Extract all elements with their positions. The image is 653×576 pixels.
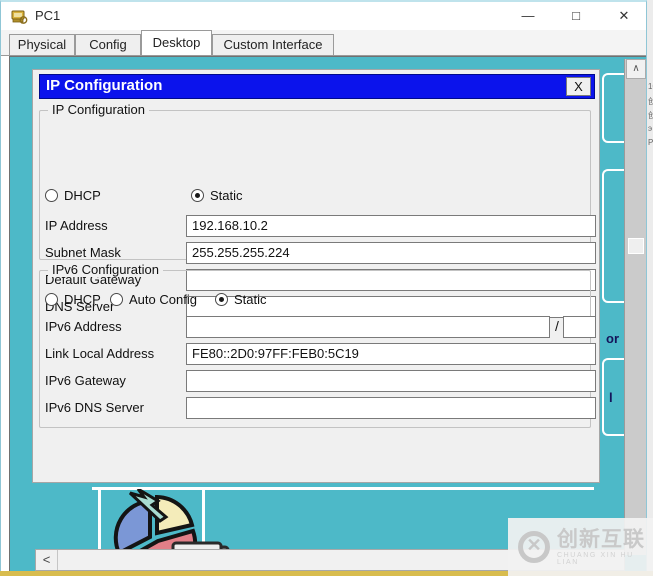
behind-window-text: Pe — [648, 138, 653, 147]
behind-window-text: 创 — [648, 110, 653, 121]
ipv6-dns-server-row: IPv6 DNS Server — [33, 397, 601, 419]
clipped-icon-label: or — [606, 331, 619, 346]
ipv4-group: IP Configuration — [39, 110, 591, 260]
tab-bar: Physical Config Desktop Custom Interface — [1, 30, 646, 56]
prefix-separator: / — [555, 318, 559, 334]
window-title: PC1 — [35, 8, 60, 23]
dialog-titlebar[interactable]: IP Configuration X — [39, 74, 595, 99]
screenshot-root: PC1 — □ ✕ Physical Config Desktop Custom… — [0, 0, 653, 576]
app-window: PC1 — □ ✕ Physical Config Desktop Custom… — [0, 0, 647, 572]
subnet-mask-row: Subnet Mask 255.255.255.224 — [33, 242, 601, 264]
ipv6-prefix-input[interactable] — [563, 316, 596, 338]
vertical-scrollbar[interactable]: ∧ — [624, 59, 646, 555]
link-local-address-input[interactable]: FE80::2D0:97FF:FEB0:5C19 — [186, 343, 596, 365]
radio-circle[interactable] — [215, 293, 228, 306]
background-icon-cell — [602, 358, 626, 436]
vertical-scrollbar-thumb[interactable] — [628, 238, 644, 254]
ipv6-gateway-row: IPv6 Gateway — [33, 370, 601, 392]
ipv4-group-label: IP Configuration — [48, 102, 149, 117]
minimize-button[interactable]: — — [511, 2, 545, 30]
watermark-logo-icon: ✕ — [518, 531, 550, 563]
behind-window-text: 创 — [648, 96, 653, 107]
background-icon-cell — [602, 169, 626, 303]
ip-address-input[interactable]: 192.168.10.2 — [186, 215, 596, 237]
ipv6-address-input[interactable] — [186, 316, 550, 338]
dialog-title: IP Configuration — [46, 77, 162, 94]
ipv6-dns-server-input[interactable] — [186, 397, 596, 419]
ipv6-group-label: IPv6 Configuration — [48, 262, 163, 277]
close-button[interactable]: ✕ — [607, 2, 641, 30]
desktop-tab-content: or l IP Configuration X — [9, 56, 646, 572]
ip-configuration-dialog: IP Configuration X IP Configuration DHCP… — [32, 69, 600, 483]
ipv6-radio-row: DHCP Auto Config Static — [45, 292, 585, 308]
clipped-icon-label: l — [609, 390, 613, 405]
ipv6-address-row: IPv6 Address / — [33, 316, 601, 338]
radio-circle[interactable] — [45, 293, 58, 306]
maximize-button[interactable]: □ — [559, 2, 593, 30]
ipv6-gateway-input[interactable] — [186, 370, 596, 392]
window-titlebar: PC1 — □ ✕ — [1, 2, 646, 30]
watermark-subtitle: CHUANG XIN HU LIAN — [557, 552, 653, 566]
watermark: ✕ 创新互联 CHUANG XIN HU LIAN — [508, 518, 653, 576]
ipv4-radio-row: DHCP Static — [45, 188, 585, 204]
ip-address-row: IP Address 192.168.10.2 — [33, 215, 601, 237]
watermark-name: 创新互联 — [557, 528, 653, 552]
tab-config[interactable]: Config — [75, 34, 141, 55]
tab-custom-interface[interactable]: Custom Interface — [212, 34, 334, 55]
pc-device-icon — [11, 8, 28, 25]
radio-circle[interactable] — [191, 189, 204, 202]
scroll-up-arrow-icon[interactable]: ∧ — [626, 59, 646, 79]
background-icon-cell — [602, 73, 626, 143]
link-local-address-row: Link Local Address FE80::2D0:97FF:FEB0:5… — [33, 343, 601, 365]
radio-circle[interactable] — [45, 189, 58, 202]
subnet-mask-input[interactable]: 255.255.255.224 — [186, 242, 596, 264]
tab-desktop[interactable]: Desktop — [141, 30, 212, 55]
behind-window-text: э — [648, 124, 653, 133]
dialog-close-button[interactable]: X — [566, 77, 591, 96]
scroll-left-arrow-icon[interactable]: < — [36, 550, 58, 570]
behind-window-text: 10 — [648, 82, 653, 91]
tab-physical[interactable]: Physical — [9, 34, 75, 55]
radio-circle[interactable] — [110, 293, 123, 306]
